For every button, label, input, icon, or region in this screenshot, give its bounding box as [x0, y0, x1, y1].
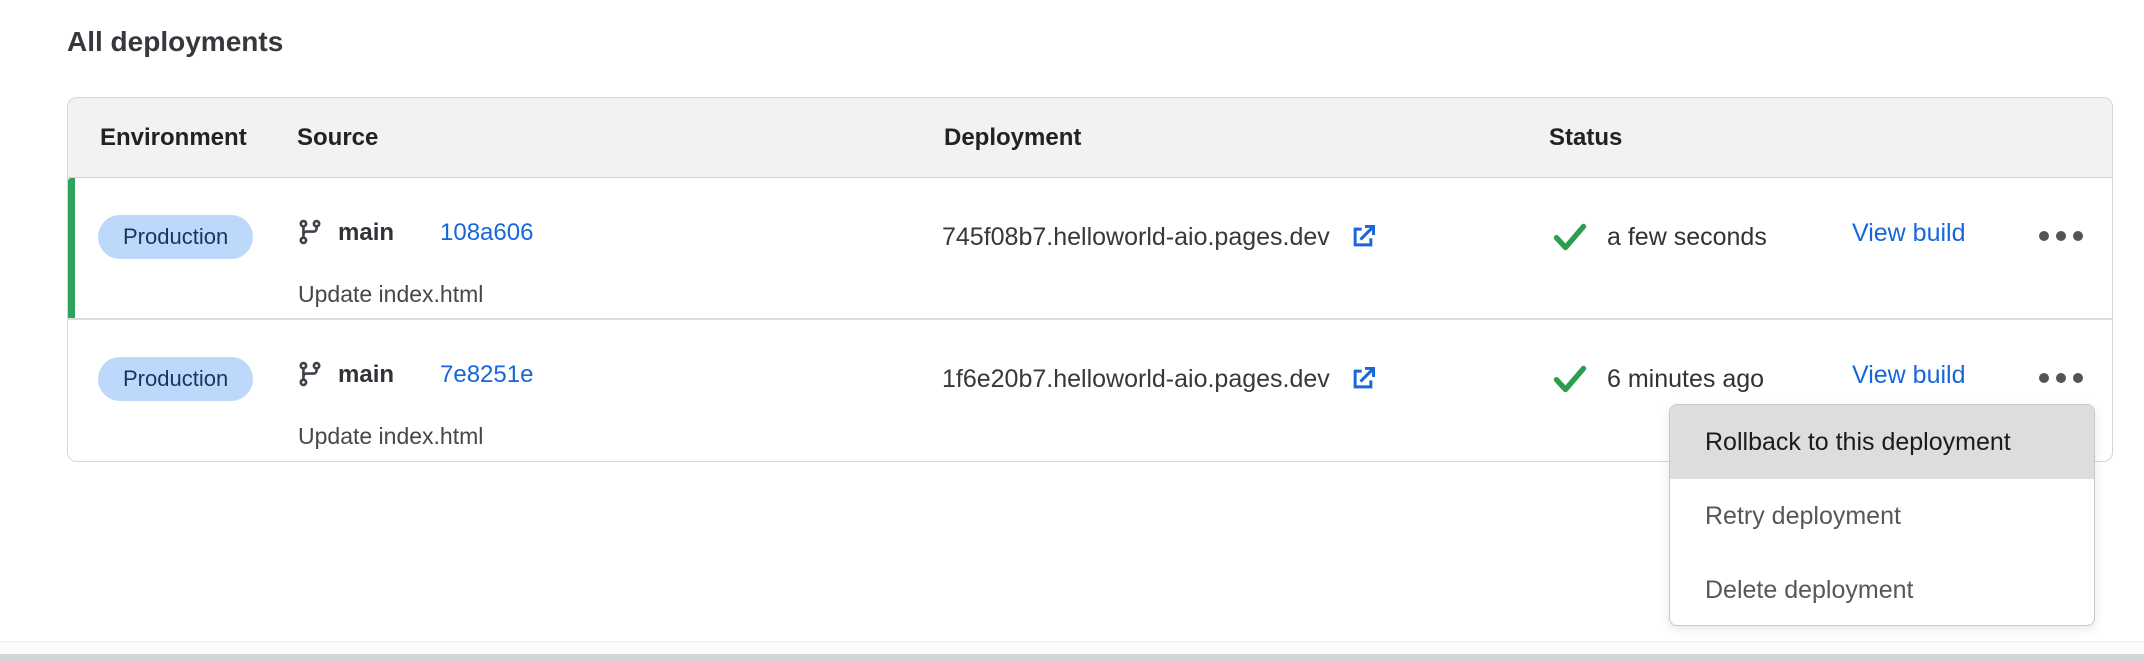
- menu-item-rollback[interactable]: Rollback to this deployment: [1670, 405, 2094, 479]
- column-header-environment: Environment: [100, 98, 247, 177]
- git-branch-icon: [296, 360, 324, 388]
- menu-item-delete[interactable]: Delete deployment: [1670, 553, 2094, 626]
- check-icon: [1552, 222, 1588, 252]
- column-header-source: Source: [297, 98, 378, 177]
- current-deployment-indicator: [68, 178, 75, 318]
- table-row: Production main 108a606 Update index.htm…: [68, 178, 2112, 318]
- commit-link[interactable]: 108a606: [440, 219, 533, 247]
- column-header-status: Status: [1549, 98, 1622, 177]
- page-title: All deployments: [67, 26, 283, 58]
- row-actions-menu-button[interactable]: [2021, 350, 2101, 406]
- ellipsis-icon: [2039, 373, 2049, 383]
- deployment-actions-menu: Rollback to this deployment Retry deploy…: [1669, 404, 2095, 626]
- git-branch-icon: [296, 218, 324, 246]
- branch-name: main: [338, 219, 394, 247]
- deployment-url: 745f08b7.helloworld-aio.pages.dev: [942, 223, 1330, 252]
- view-build-link[interactable]: View build: [1852, 219, 1966, 248]
- section-divider-line: [0, 654, 2144, 662]
- deployment-cell: 1f6e20b7.helloworld-aio.pages.dev: [942, 356, 1379, 402]
- deployment-cell: 745f08b7.helloworld-aio.pages.dev: [942, 214, 1379, 260]
- deployment-url: 1f6e20b7.helloworld-aio.pages.dev: [942, 365, 1330, 394]
- status-time: 6 minutes ago: [1607, 365, 1764, 394]
- environment-badge: Production: [98, 215, 253, 259]
- external-link-icon[interactable]: [1347, 363, 1379, 395]
- status-cell: a few seconds: [1552, 214, 1767, 260]
- branch-name: main: [338, 361, 394, 389]
- section-divider: [0, 641, 2144, 654]
- status-time: a few seconds: [1607, 223, 1767, 252]
- row-actions-menu-button[interactable]: [2021, 208, 2101, 264]
- environment-badge: Production: [98, 357, 253, 401]
- commit-link[interactable]: 7e8251e: [440, 361, 533, 389]
- commit-message: Update index.html: [298, 281, 483, 308]
- column-header-deployment: Deployment: [944, 98, 1081, 177]
- external-link-icon[interactable]: [1347, 221, 1379, 253]
- commit-message: Update index.html: [298, 423, 483, 450]
- status-cell: 6 minutes ago: [1552, 356, 1764, 402]
- menu-item-retry[interactable]: Retry deployment: [1670, 479, 2094, 553]
- check-icon: [1552, 364, 1588, 394]
- ellipsis-icon: [2039, 231, 2049, 241]
- view-build-link[interactable]: View build: [1852, 361, 1966, 390]
- table-header-row: Environment Source Deployment Status: [68, 98, 2112, 178]
